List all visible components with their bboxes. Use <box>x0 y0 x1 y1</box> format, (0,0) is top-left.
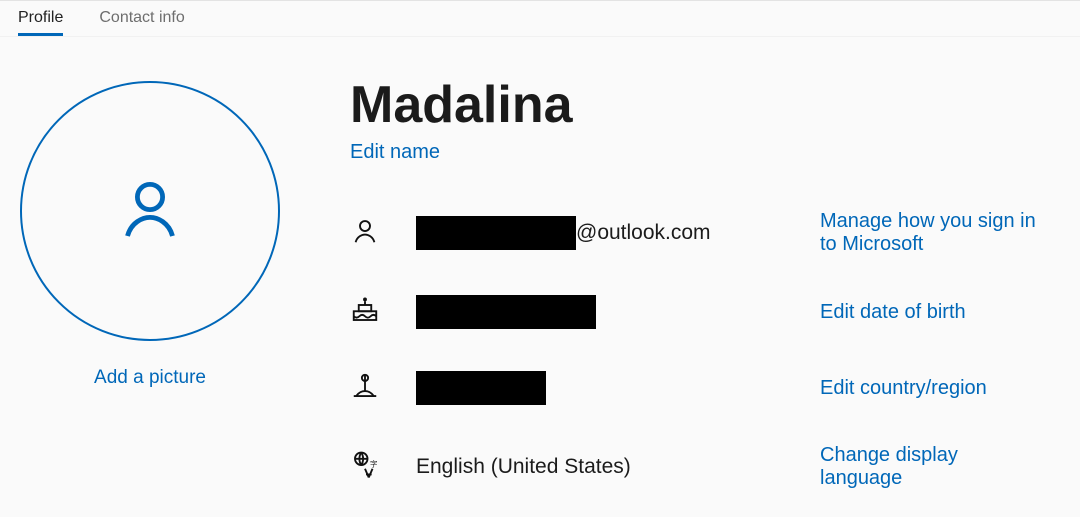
profile-rows: @outlook.com Manage how you sign in to M… <box>350 210 1060 490</box>
tab-contact-info[interactable]: Contact info <box>99 7 184 36</box>
avatar-placeholder[interactable] <box>20 81 280 341</box>
dob-redacted <box>416 295 596 329</box>
region-redacted <box>416 371 546 405</box>
language-value: English (United States) <box>416 455 631 479</box>
person-icon <box>350 216 380 251</box>
profile-main: Madalina Edit name @outlook.com Manage <box>300 61 1060 490</box>
person-icon <box>114 173 186 250</box>
svg-text:字: 字 <box>370 458 378 468</box>
manage-signin-link[interactable]: Manage how you sign in to Microsoft <box>820 210 1060 256</box>
row-dob: Edit date of birth <box>350 292 1060 332</box>
content: Add a picture Madalina Edit name @outloo… <box>0 37 1080 490</box>
email-redacted <box>416 216 576 250</box>
birthday-icon <box>350 295 380 330</box>
region-icon <box>350 371 380 406</box>
add-picture-link[interactable]: Add a picture <box>94 367 206 389</box>
row-language: 字 English (United States) Change display… <box>350 444 1060 490</box>
display-name: Madalina <box>350 75 1060 135</box>
email-suffix: @outlook.com <box>576 221 711 245</box>
tab-profile[interactable]: Profile <box>18 7 63 36</box>
row-email: @outlook.com Manage how you sign in to M… <box>350 210 1060 256</box>
row-region: Edit country/region <box>350 368 1060 408</box>
language-icon: 字 <box>350 450 380 485</box>
edit-name-link[interactable]: Edit name <box>350 141 440 164</box>
edit-dob-link[interactable]: Edit date of birth <box>820 301 1060 324</box>
tabbar: Profile Contact info <box>0 0 1080 37</box>
avatar-column: Add a picture <box>0 61 300 490</box>
edit-region-link[interactable]: Edit country/region <box>820 377 1060 400</box>
change-language-link[interactable]: Change display language <box>820 444 1060 490</box>
